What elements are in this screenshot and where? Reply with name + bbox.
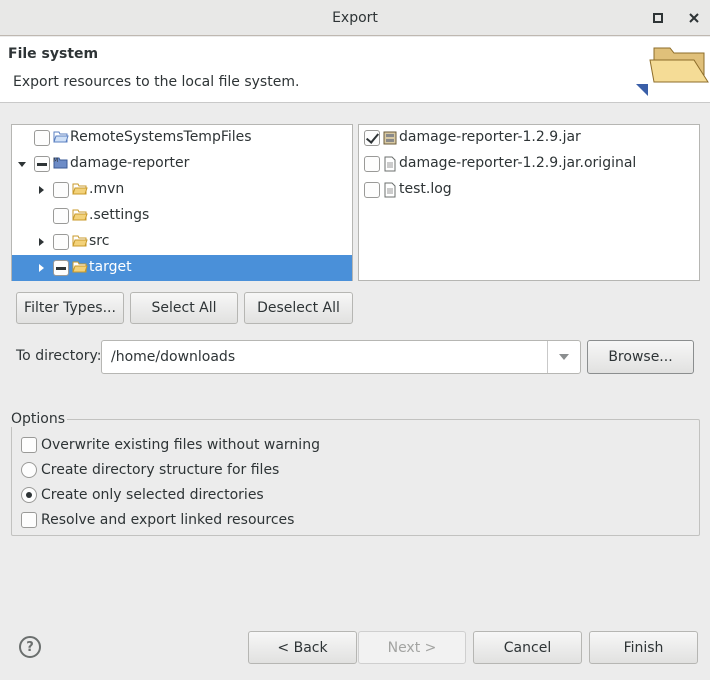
file-icon bbox=[383, 156, 397, 176]
tree-item-checkbox[interactable] bbox=[53, 260, 69, 276]
tree-item[interactable]: RemoteSystemsTempFiles bbox=[12, 125, 352, 151]
title-bar: Export bbox=[0, 0, 710, 36]
next-button[interactable]: Next > bbox=[358, 631, 466, 664]
overwrite-checkbox-box[interactable] bbox=[21, 437, 37, 453]
jar-icon bbox=[382, 130, 398, 150]
overwrite-checkbox[interactable]: Overwrite existing files without warning bbox=[21, 435, 320, 455]
tree-item-label: RemoteSystemsTempFiles bbox=[70, 129, 252, 145]
overwrite-label: Overwrite existing files without warning bbox=[41, 437, 320, 453]
options-title: Options bbox=[11, 411, 68, 427]
filter-types-button[interactable]: Filter Types... bbox=[16, 292, 124, 324]
create-structure-radio-circle[interactable] bbox=[21, 462, 37, 478]
to-directory-combo[interactable]: /home/downloads bbox=[101, 340, 581, 374]
cancel-button[interactable]: Cancel bbox=[473, 631, 582, 664]
tree-item-checkbox[interactable] bbox=[34, 156, 50, 172]
finish-button[interactable]: Finish bbox=[589, 631, 698, 664]
svg-text:M: M bbox=[53, 157, 58, 164]
tree-item[interactable]: .settings bbox=[12, 203, 352, 229]
file-icon bbox=[383, 182, 397, 202]
tree-item-checkbox[interactable] bbox=[53, 182, 69, 198]
select-all-button[interactable]: Select All bbox=[130, 292, 238, 324]
collapsed-arrow-icon[interactable] bbox=[35, 236, 47, 248]
resolve-linked-checkbox-box[interactable] bbox=[21, 512, 37, 528]
file-list[interactable]: damage-reporter-1.2.9.jar damage-reporte… bbox=[358, 124, 700, 281]
tree-item[interactable]: src bbox=[12, 229, 352, 255]
tree-item-label: damage-reporter bbox=[70, 155, 190, 171]
file-item[interactable]: test.log bbox=[359, 177, 699, 203]
folder-icon bbox=[72, 182, 88, 200]
tree-item-label: src bbox=[89, 233, 110, 249]
expanded-arrow-icon[interactable] bbox=[16, 158, 28, 170]
tree-item-checkbox[interactable] bbox=[53, 234, 69, 250]
tree-item-label: .settings bbox=[89, 207, 150, 223]
file-item-checkbox[interactable] bbox=[364, 130, 380, 146]
create-selected-radio[interactable]: Create only selected directories bbox=[21, 485, 264, 505]
help-icon[interactable]: ? bbox=[19, 636, 41, 658]
tree-item-checkbox[interactable] bbox=[34, 130, 50, 146]
browse-button[interactable]: Browse... bbox=[587, 340, 694, 374]
file-item-label: damage-reporter-1.2.9.jar.original bbox=[399, 155, 637, 171]
chevron-down-icon[interactable] bbox=[547, 341, 580, 373]
back-button[interactable]: < Back bbox=[248, 631, 357, 664]
create-structure-label: Create directory structure for files bbox=[41, 462, 280, 478]
page-title: File system bbox=[8, 46, 99, 62]
page-description: Export resources to the local file syste… bbox=[13, 74, 300, 90]
create-selected-radio-circle[interactable] bbox=[21, 487, 37, 503]
file-item-checkbox[interactable] bbox=[364, 182, 380, 198]
create-structure-radio[interactable]: Create directory structure for files bbox=[21, 460, 279, 480]
file-item-label: test.log bbox=[399, 181, 452, 197]
tree-item-selected[interactable]: target bbox=[12, 255, 352, 281]
window-title: Export bbox=[332, 9, 378, 26]
tree-item[interactable]: M damage-reporter bbox=[12, 151, 352, 177]
file-item[interactable]: damage-reporter-1.2.9.jar.original bbox=[359, 151, 699, 177]
file-item-checkbox[interactable] bbox=[364, 156, 380, 172]
collapsed-arrow-icon[interactable] bbox=[35, 262, 47, 274]
folder-icon bbox=[72, 208, 88, 226]
maximize-icon[interactable] bbox=[648, 8, 668, 28]
tree-item[interactable]: .mvn bbox=[12, 177, 352, 203]
collapsed-arrow-icon[interactable] bbox=[35, 184, 47, 196]
tree-item-label: .mvn bbox=[89, 181, 125, 197]
to-directory-value[interactable]: /home/downloads bbox=[111, 349, 235, 365]
maven-project-icon: M bbox=[53, 156, 69, 174]
deselect-all-button[interactable]: Deselect All bbox=[244, 292, 353, 324]
close-icon[interactable] bbox=[684, 8, 704, 28]
file-item[interactable]: damage-reporter-1.2.9.jar bbox=[359, 125, 699, 151]
export-folder-icon bbox=[634, 40, 710, 104]
tree-item-checkbox[interactable] bbox=[53, 208, 69, 224]
folder-icon bbox=[72, 234, 88, 252]
folder-open-icon bbox=[53, 130, 69, 148]
resolve-linked-label: Resolve and export linked resources bbox=[41, 512, 295, 528]
create-selected-label: Create only selected directories bbox=[41, 487, 264, 503]
tree-item-label: target bbox=[89, 259, 132, 275]
file-item-label: damage-reporter-1.2.9.jar bbox=[399, 129, 581, 145]
to-directory-label: To directory: bbox=[16, 348, 102, 364]
resolve-linked-checkbox[interactable]: Resolve and export linked resources bbox=[21, 510, 294, 530]
folder-tree[interactable]: RemoteSystemsTempFiles M damage-reporter… bbox=[11, 124, 353, 281]
wizard-header: File system Export resources to the loca… bbox=[0, 37, 710, 103]
folder-icon bbox=[72, 260, 88, 278]
